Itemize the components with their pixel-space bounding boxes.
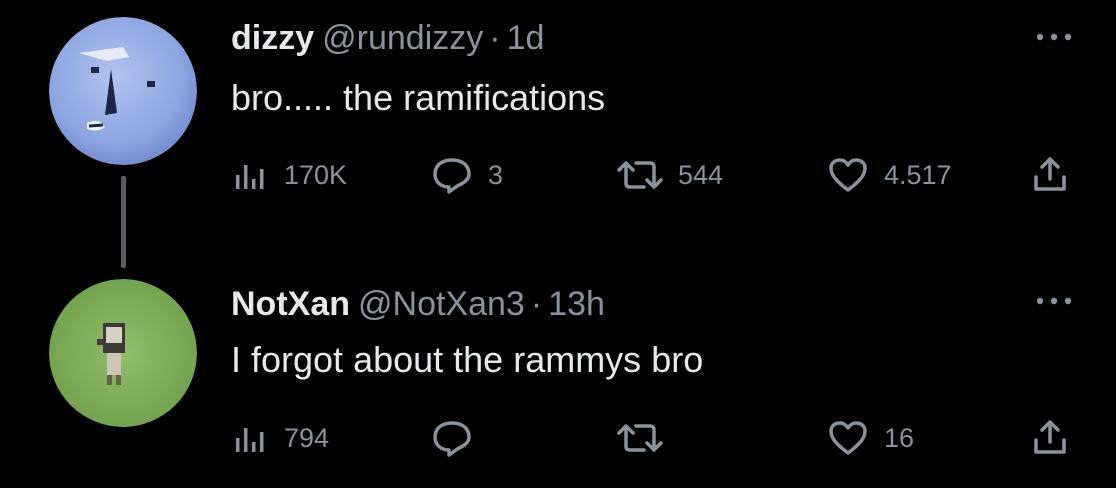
retweet-button[interactable]: 544 bbox=[616, 155, 723, 195]
share-upload-icon bbox=[1030, 418, 1070, 458]
like-count: 4.517 bbox=[884, 159, 952, 190]
display-name[interactable]: dizzy bbox=[231, 19, 314, 57]
views-chart-icon bbox=[230, 420, 270, 456]
tweet-dizzy[interactable]: dizzy @rundizzy · 1d bro..... the ramificat… bbox=[0, 0, 1116, 250]
views-button[interactable]: 170K bbox=[230, 155, 347, 195]
more-dots-icon bbox=[1036, 297, 1072, 305]
separator-dot: · bbox=[489, 19, 501, 57]
more-options-button[interactable] bbox=[1034, 294, 1074, 306]
tweet-text: bro..... the ramifications bbox=[231, 77, 606, 118]
retweet-icon bbox=[616, 157, 664, 193]
green-field-figure-avatar-icon bbox=[49, 279, 197, 427]
heart-icon bbox=[826, 418, 870, 458]
tweet-header: NotXan @NotXan3 · 13h bbox=[231, 284, 605, 324]
avatar[interactable] bbox=[49, 279, 197, 427]
user-handle[interactable]: @rundizzy bbox=[322, 19, 483, 57]
views-chart-icon bbox=[230, 157, 270, 193]
tweet-text: I forgot about the rammys bro bbox=[231, 339, 704, 380]
retweet-count: 544 bbox=[678, 159, 724, 190]
tweet-notxan[interactable]: NotXan @NotXan3 · 13h I forgot about the ra… bbox=[0, 250, 1116, 488]
blue-moai-face-avatar-icon bbox=[49, 17, 197, 165]
reply-button[interactable]: 3 bbox=[430, 155, 503, 195]
reply-count: 3 bbox=[488, 159, 504, 190]
display-name[interactable]: NotXan bbox=[231, 285, 350, 323]
heart-icon bbox=[826, 155, 870, 195]
share-button[interactable] bbox=[1030, 155, 1070, 195]
user-handle[interactable]: @NotXan3 bbox=[358, 285, 525, 323]
more-options-button[interactable] bbox=[1034, 30, 1074, 42]
retweet-icon bbox=[616, 420, 664, 456]
separator-dot: · bbox=[530, 285, 543, 323]
like-button[interactable]: 4.517 bbox=[826, 155, 952, 195]
reply-button[interactable] bbox=[430, 418, 488, 458]
views-count: 794 bbox=[284, 422, 330, 453]
views-button[interactable]: 794 bbox=[230, 418, 329, 458]
reply-bubble-icon bbox=[430, 155, 474, 195]
tweet-actions: 170K 3 544 4.517 bbox=[230, 155, 1076, 195]
tweet-header: dizzy @rundizzy · 1d bbox=[231, 18, 544, 58]
tweet-thread: dizzy @rundizzy · 1d bro..... the ramificat… bbox=[0, 0, 1116, 488]
more-dots-icon bbox=[1036, 33, 1072, 41]
tweet-actions: 794 16 bbox=[230, 418, 1076, 458]
timestamp[interactable]: 13h bbox=[548, 285, 605, 323]
retweet-button[interactable] bbox=[616, 418, 678, 458]
reply-bubble-icon bbox=[430, 418, 474, 458]
like-button[interactable]: 16 bbox=[826, 418, 914, 458]
avatar[interactable] bbox=[49, 17, 197, 165]
like-count: 16 bbox=[884, 422, 915, 453]
share-button[interactable] bbox=[1030, 418, 1070, 458]
share-upload-icon bbox=[1030, 155, 1070, 195]
timestamp[interactable]: 1d bbox=[507, 19, 545, 57]
views-count: 170K bbox=[284, 159, 348, 190]
